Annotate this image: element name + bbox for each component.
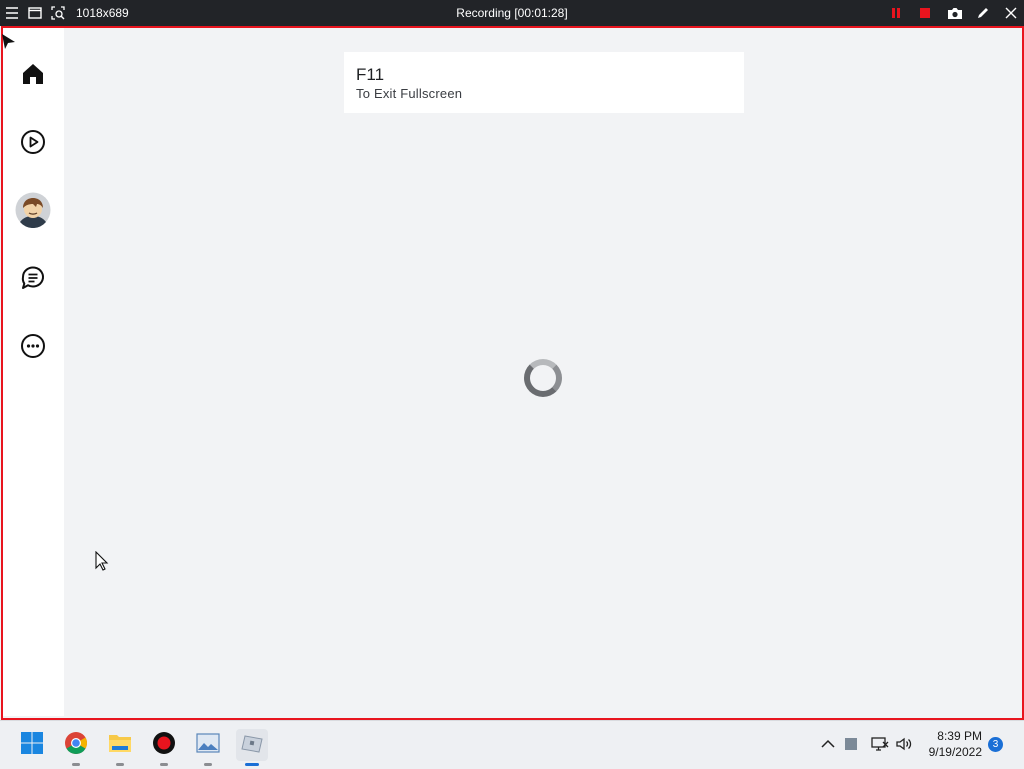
notification-badge[interactable]: 3 bbox=[988, 737, 1003, 752]
taskbar-chrome[interactable] bbox=[60, 729, 92, 766]
running-indicator bbox=[72, 763, 80, 766]
taskbar: 8:39 PM 9/19/2022 3 bbox=[0, 720, 1024, 769]
camera-icon[interactable] bbox=[947, 5, 963, 21]
network-icon[interactable] bbox=[871, 735, 889, 753]
recorder-toolbar: 1018x689 Recording [00:01:28] bbox=[0, 0, 1024, 26]
close-icon[interactable] bbox=[1003, 5, 1019, 21]
chrome-icon bbox=[64, 731, 88, 760]
running-indicator bbox=[160, 763, 168, 766]
tray-app-icon[interactable] bbox=[842, 735, 860, 753]
pause-icon[interactable] bbox=[888, 5, 904, 21]
taskbar-clock[interactable]: 8:39 PM 9/19/2022 bbox=[920, 728, 982, 760]
recorder-pointer-icon bbox=[2, 34, 16, 55]
taskbar-recorder[interactable] bbox=[148, 729, 180, 766]
recording-status-title: Recording [00:01:28] bbox=[456, 6, 568, 20]
stop-icon[interactable] bbox=[917, 5, 933, 21]
clock-date: 9/19/2022 bbox=[928, 745, 982, 759]
start-button[interactable] bbox=[16, 729, 48, 761]
running-indicator bbox=[116, 763, 124, 766]
windows-icon bbox=[20, 731, 44, 760]
clock-time: 8:39 PM bbox=[937, 729, 982, 743]
record-icon bbox=[152, 731, 176, 760]
taskbar-roblox[interactable] bbox=[236, 729, 268, 766]
roblox-icon bbox=[240, 732, 264, 759]
chevron-up-icon[interactable] bbox=[819, 735, 837, 753]
photos-icon bbox=[196, 732, 220, 759]
pencil-icon[interactable] bbox=[975, 5, 991, 21]
taskbar-photos[interactable] bbox=[192, 729, 224, 766]
taskbar-file-explorer[interactable] bbox=[104, 729, 136, 766]
volume-icon[interactable] bbox=[895, 735, 913, 753]
active-indicator bbox=[245, 763, 259, 766]
recording-frame bbox=[1, 26, 1024, 720]
running-indicator bbox=[204, 763, 212, 766]
folder-icon bbox=[108, 732, 132, 759]
